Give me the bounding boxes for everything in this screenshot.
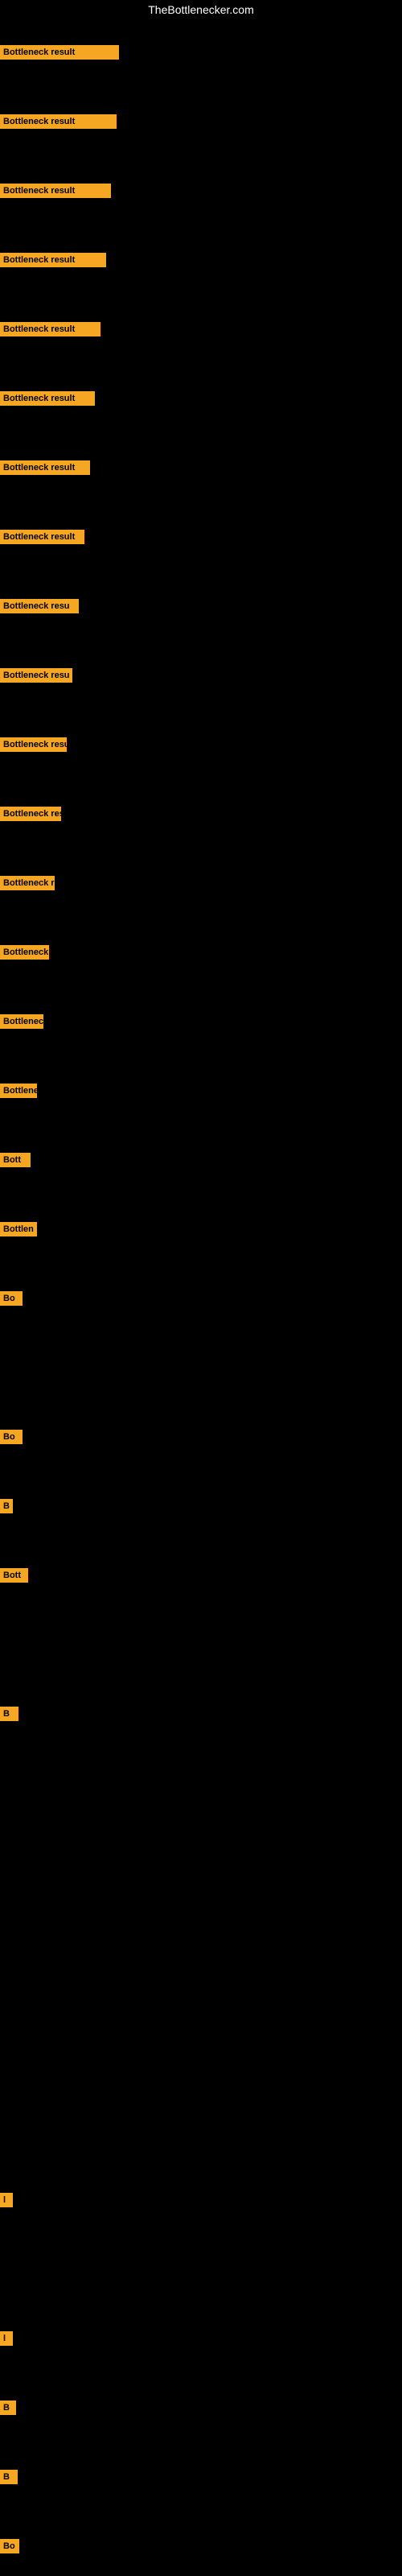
bottleneck-bar: Bo bbox=[0, 2539, 19, 2553]
bottleneck-bar: Bottleneck res bbox=[0, 807, 61, 821]
bottleneck-bar: B bbox=[0, 1499, 13, 1513]
bottleneck-bar: Bott bbox=[0, 1568, 28, 1583]
bottleneck-bar: Bottleneck result bbox=[0, 184, 111, 198]
bottleneck-bar: Bo bbox=[0, 1430, 23, 1444]
bottleneck-bar: Bottleneck result bbox=[0, 45, 119, 60]
bottleneck-bar: Bottleneck r bbox=[0, 1014, 43, 1029]
bottleneck-bar: B bbox=[0, 2401, 16, 2415]
bottleneck-bar: Bottleneck re bbox=[0, 945, 49, 960]
bottleneck-bar: Bott bbox=[0, 1153, 31, 1167]
bottleneck-bar: Bottleneck resu bbox=[0, 668, 72, 683]
bottleneck-bar: l bbox=[0, 2193, 13, 2207]
bottleneck-bar: l bbox=[0, 2331, 13, 2346]
site-title: TheBottlenecker.com bbox=[0, 0, 402, 19]
bottleneck-bar: Bottleneck result bbox=[0, 253, 106, 267]
bottleneck-bar: Bottlenec bbox=[0, 1084, 37, 1098]
bottleneck-bar: Bottleneck re bbox=[0, 876, 55, 890]
bottleneck-bar: Bottleneck resu bbox=[0, 737, 67, 752]
bottleneck-bar: Bottleneck result bbox=[0, 530, 84, 544]
bottleneck-bar: Bottleneck result bbox=[0, 114, 117, 129]
bottleneck-bar: Bottleneck result bbox=[0, 460, 90, 475]
bottleneck-bar: B bbox=[0, 2470, 18, 2484]
bottleneck-bar: Bottleneck result bbox=[0, 391, 95, 406]
bottleneck-bar: Bottlen bbox=[0, 1222, 37, 1236]
bottleneck-bar: Bottleneck result bbox=[0, 322, 100, 336]
bottleneck-bar: Bottleneck resu bbox=[0, 599, 79, 613]
bottleneck-bar: B bbox=[0, 1707, 18, 1721]
bottleneck-bar: Bo bbox=[0, 1291, 23, 1306]
